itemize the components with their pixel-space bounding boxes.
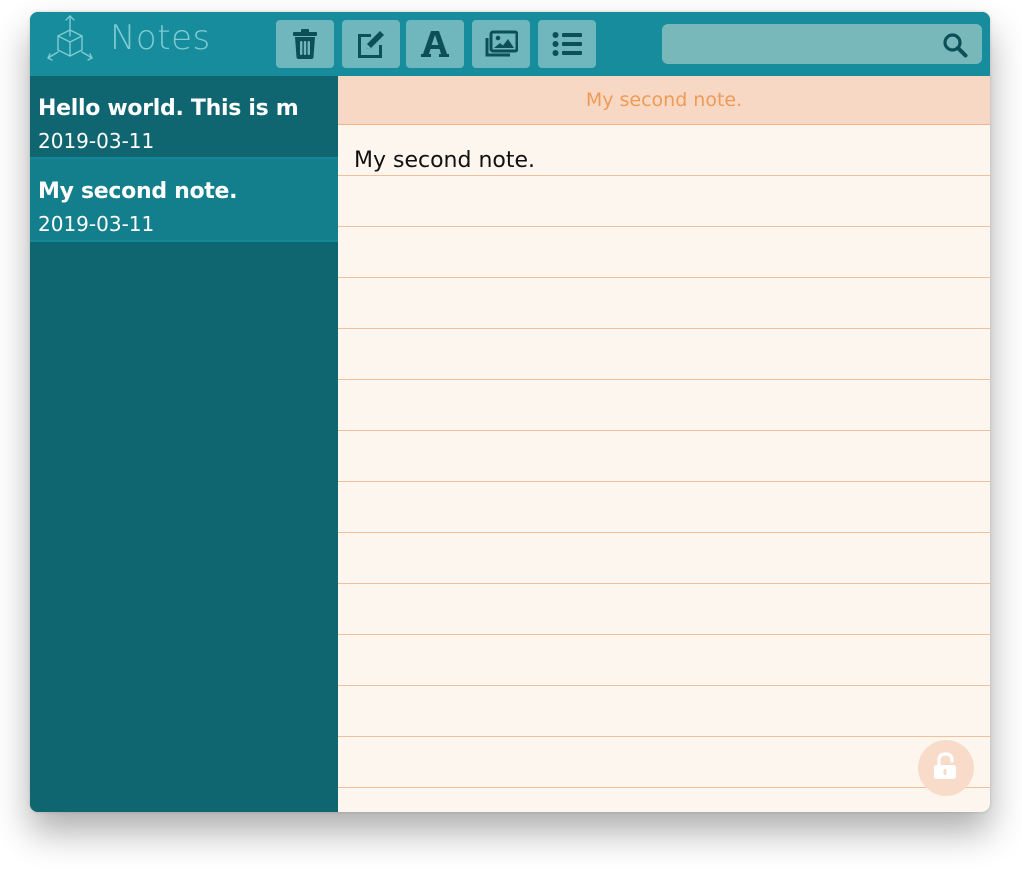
font-icon	[420, 29, 450, 59]
notes-window: Notes Hello world. This is m 2019-03-11 …	[30, 12, 990, 812]
edit-icon	[355, 29, 387, 59]
note-list-item-selected[interactable]: My second note. 2019-03-11	[30, 159, 338, 242]
list-button[interactable]	[538, 20, 596, 68]
search-input[interactable]	[662, 24, 956, 64]
edit-note-button[interactable]	[342, 20, 400, 68]
images-button[interactable]	[472, 20, 530, 68]
unlock-icon	[933, 752, 959, 784]
note-title: Hello world. This is m	[38, 96, 299, 121]
note-title: My second note.	[38, 179, 238, 204]
search-box	[662, 24, 982, 64]
note-date: 2019-03-11	[38, 212, 155, 236]
lock-toggle-button[interactable]	[918, 740, 974, 796]
list-icon	[552, 31, 582, 57]
note-title-header[interactable]: My second note.	[338, 76, 990, 125]
toolbar: Notes	[30, 12, 990, 76]
search-icon[interactable]	[942, 32, 968, 62]
font-button[interactable]	[406, 20, 464, 68]
app-title: Notes	[110, 18, 211, 58]
trash-icon	[292, 29, 318, 59]
note-date: 2019-03-11	[38, 129, 155, 153]
cube-logo-icon	[46, 14, 96, 66]
notes-list: Hello world. This is m 2019-03-11 My sec…	[30, 76, 338, 812]
lined-paper	[338, 125, 990, 812]
note-list-item[interactable]: Hello world. This is m 2019-03-11	[30, 76, 338, 159]
note-body-text[interactable]: My second note.	[354, 148, 535, 173]
delete-note-button[interactable]	[276, 20, 334, 68]
images-icon	[484, 30, 518, 58]
note-editor: My second note. My second note.	[338, 76, 990, 812]
